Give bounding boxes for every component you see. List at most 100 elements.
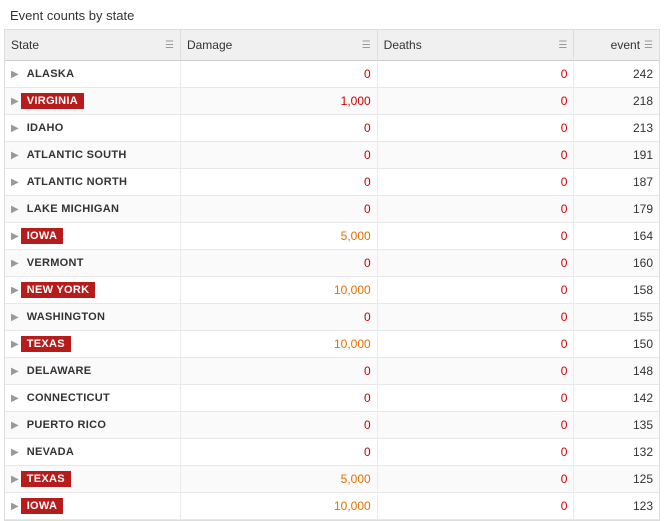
event-cell: 164 (574, 223, 659, 250)
expand-icon[interactable]: ▶ (11, 285, 19, 296)
state-label: IOWA (21, 228, 64, 244)
damage-value: 0 (187, 445, 371, 459)
deaths-value: 0 (384, 148, 568, 162)
filter-icon-damage[interactable]: ☰ (362, 40, 371, 51)
filter-icon-deaths[interactable]: ☰ (558, 40, 567, 51)
event-value: 125 (633, 472, 653, 486)
state-cell[interactable]: ▶ IOWA (5, 493, 180, 520)
table-row: ▶ WASHINGTON 00155 (5, 304, 659, 331)
expand-icon[interactable]: ▶ (11, 312, 19, 323)
damage-cell: 5,000 (180, 223, 377, 250)
damage-value: 0 (187, 148, 371, 162)
event-value: 148 (633, 364, 653, 378)
damage-value: 10,000 (187, 499, 371, 513)
state-cell[interactable]: ▶ WASHINGTON (5, 304, 180, 331)
state-cell[interactable]: ▶ NEVADA (5, 439, 180, 466)
event-cell: 160 (574, 250, 659, 277)
expand-icon[interactable]: ▶ (11, 366, 19, 377)
damage-cell: 0 (180, 412, 377, 439)
damage-cell: 0 (180, 61, 377, 88)
expand-icon[interactable]: ▶ (11, 69, 19, 80)
event-value: 187 (633, 175, 653, 189)
expand-icon[interactable]: ▶ (11, 96, 19, 107)
event-value: 164 (633, 229, 653, 243)
table-row: ▶ LAKE MICHIGAN 00179 (5, 196, 659, 223)
event-cell: 132 (574, 439, 659, 466)
state-cell[interactable]: ▶ VIRGINIA (5, 88, 180, 115)
deaths-cell: 0 (377, 439, 574, 466)
event-value: 242 (633, 67, 653, 81)
state-cell[interactable]: ▶ ATLANTIC SOUTH (5, 142, 180, 169)
expand-icon[interactable]: ▶ (11, 258, 19, 269)
damage-value: 1,000 (187, 94, 371, 108)
table-row: ▶ IDAHO 00213 (5, 115, 659, 142)
deaths-value: 0 (384, 337, 568, 351)
filter-icon-event[interactable]: ☰ (644, 40, 653, 51)
deaths-cell: 0 (377, 412, 574, 439)
expand-icon[interactable]: ▶ (11, 420, 19, 431)
state-cell[interactable]: ▶ NEW YORK (5, 277, 180, 304)
deaths-cell: 0 (377, 250, 574, 277)
expand-icon[interactable]: ▶ (11, 474, 19, 485)
data-table: State ☰ Damage ☰ Deaths ☰ (4, 29, 660, 521)
damage-value: 10,000 (187, 283, 371, 297)
state-cell[interactable]: ▶ IDAHO (5, 115, 180, 142)
deaths-value: 0 (384, 175, 568, 189)
table-row: ▶ TEXAS 5,0000125 (5, 466, 659, 493)
deaths-cell: 0 (377, 196, 574, 223)
filter-icon-state[interactable]: ☰ (165, 40, 174, 51)
damage-value: 0 (187, 310, 371, 324)
table-row: ▶ CONNECTICUT 00142 (5, 385, 659, 412)
state-cell[interactable]: ▶ LAKE MICHIGAN (5, 196, 180, 223)
damage-value: 10,000 (187, 337, 371, 351)
event-cell: 123 (574, 493, 659, 520)
state-cell[interactable]: ▶ PUERTO RICO (5, 412, 180, 439)
deaths-cell: 0 (377, 169, 574, 196)
damage-value: 0 (187, 391, 371, 405)
state-cell[interactable]: ▶ CONNECTICUT (5, 385, 180, 412)
event-cell: 187 (574, 169, 659, 196)
expand-icon[interactable]: ▶ (11, 204, 19, 215)
expand-icon[interactable]: ▶ (11, 501, 19, 512)
col-header-deaths[interactable]: Deaths ☰ (377, 30, 574, 61)
state-cell[interactable]: ▶ ALASKA (5, 61, 180, 88)
damage-cell: 0 (180, 196, 377, 223)
state-cell[interactable]: ▶ VERMONT (5, 250, 180, 277)
damage-cell: 0 (180, 358, 377, 385)
state-cell[interactable]: ▶ ATLANTIC NORTH (5, 169, 180, 196)
page-title: Event counts by state (0, 0, 664, 29)
table-row: ▶ DELAWARE 00148 (5, 358, 659, 385)
deaths-value: 0 (384, 445, 568, 459)
expand-icon[interactable]: ▶ (11, 339, 19, 350)
state-cell[interactable]: ▶ IOWA (5, 223, 180, 250)
expand-icon[interactable]: ▶ (11, 177, 19, 188)
state-cell[interactable]: ▶ DELAWARE (5, 358, 180, 385)
state-label: LAKE MICHIGAN (21, 201, 126, 217)
table-row: ▶ IOWA 5,0000164 (5, 223, 659, 250)
damage-value: 0 (187, 175, 371, 189)
event-cell: 142 (574, 385, 659, 412)
event-cell: 242 (574, 61, 659, 88)
damage-cell: 0 (180, 385, 377, 412)
state-label: IOWA (21, 498, 64, 514)
event-value: 132 (633, 445, 653, 459)
table-row: ▶ VERMONT 00160 (5, 250, 659, 277)
event-cell: 191 (574, 142, 659, 169)
expand-icon[interactable]: ▶ (11, 123, 19, 134)
event-value: 191 (633, 148, 653, 162)
col-header-damage[interactable]: Damage ☰ (180, 30, 377, 61)
damage-cell: 10,000 (180, 331, 377, 358)
expand-icon[interactable]: ▶ (11, 150, 19, 161)
col-header-event[interactable]: event ☰ (574, 30, 659, 61)
expand-icon[interactable]: ▶ (11, 447, 19, 458)
deaths-cell: 0 (377, 61, 574, 88)
state-cell[interactable]: ▶ TEXAS (5, 331, 180, 358)
deaths-cell: 0 (377, 142, 574, 169)
expand-icon[interactable]: ▶ (11, 393, 19, 404)
event-value: 123 (633, 499, 653, 513)
state-cell[interactable]: ▶ TEXAS (5, 466, 180, 493)
col-header-state[interactable]: State ☰ (5, 30, 180, 61)
event-cell: 125 (574, 466, 659, 493)
expand-icon[interactable]: ▶ (11, 231, 19, 242)
deaths-cell: 0 (377, 88, 574, 115)
